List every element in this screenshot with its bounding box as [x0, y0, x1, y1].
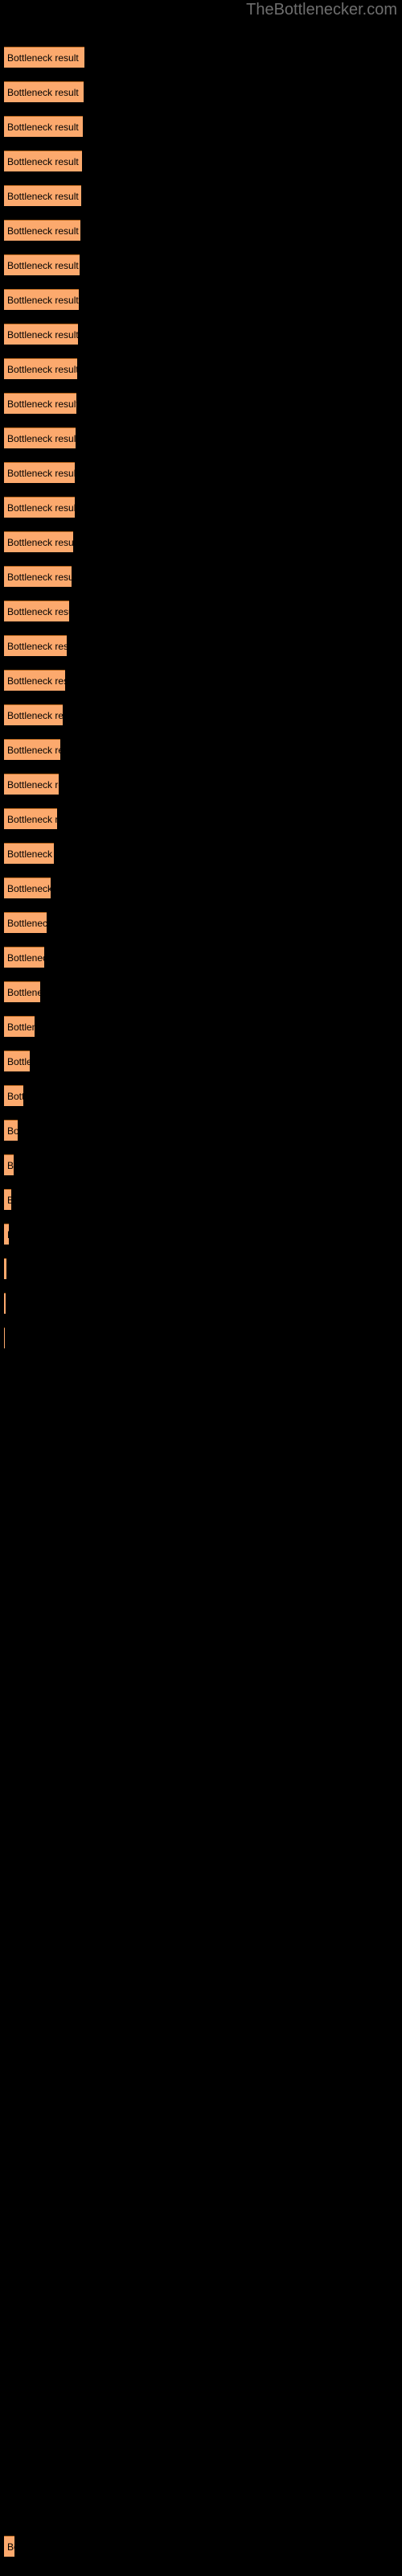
bar-bar-10[interactable]: Bottleneck result [4, 358, 77, 379]
bar-bar-22[interactable]: Bottleneck result [4, 774, 59, 795]
bar-bar-32[interactable]: Bottleneck result [4, 1120, 18, 1141]
bar-bar-05[interactable]: Bottleneck result [4, 185, 81, 206]
bar-label: Bottleneck result [7, 52, 79, 64]
bar-label: Bottleneck result [7, 502, 75, 514]
bar-bar-19[interactable]: Bottleneck result [4, 670, 65, 691]
bar-bar-16[interactable]: Bottleneck result [4, 566, 72, 587]
bar-bar-04[interactable]: Bottleneck result [4, 151, 82, 171]
bar-bar-09[interactable]: Bottleneck result [4, 324, 78, 345]
bar-label: Bottleneck result [7, 191, 79, 202]
bar-label: Bottleneck result [7, 1056, 30, 1067]
bar-label: Bottleneck result [7, 779, 59, 791]
bar-label: Bottleneck result [7, 987, 40, 998]
bar-label: Bottleneck result [7, 1022, 35, 1033]
bar-bar-17[interactable]: Bottleneck result [4, 601, 69, 621]
bar-bar-12[interactable]: Bottleneck result [4, 427, 76, 448]
bar-bar-23[interactable]: Bottleneck result [4, 808, 57, 829]
bar-bar-21[interactable]: Bottleneck result [4, 739, 60, 760]
bar-label: Bottleneck result [7, 295, 79, 306]
bar-label: Bottleneck result [7, 329, 78, 341]
bar-label: Bottleneck result [7, 260, 79, 271]
bar-bar-07[interactable]: Bottleneck result [4, 254, 80, 275]
bar-label: Bottleneck result [7, 675, 65, 687]
bar-bar-26[interactable]: Bottleneck result [4, 912, 47, 933]
bar-label: Bottleneck result [7, 606, 69, 617]
bar-label: Bottleneck result [7, 918, 47, 929]
bar-bar-13[interactable]: Bottleneck result [4, 462, 75, 483]
bar-bar-33[interactable]: Bottleneck result [4, 1154, 14, 1175]
bar-label: Bottleneck result [7, 814, 57, 825]
bar-bar-30[interactable]: Bottleneck result [4, 1051, 30, 1071]
bar-label: Bottleneck result [7, 641, 67, 652]
bar-label: Bottleneck result [7, 1160, 14, 1171]
bar-bar-25[interactable]: Bottleneck result [4, 877, 51, 898]
bar-label: Bottleneck result [7, 710, 63, 721]
bar-bar-27[interactable]: Bottleneck result [4, 947, 44, 968]
bar-label: Bottleneck result [7, 952, 44, 964]
bar-bar-20[interactable]: Bottleneck result [4, 704, 63, 725]
bar-label: Bottleneck result [7, 883, 51, 894]
bar-bar-14[interactable]: Bottleneck result [4, 497, 75, 518]
bar-label: Bottleneck result [7, 398, 76, 410]
bar-label: Bottleneck result [7, 537, 73, 548]
bottleneck-chart-page: TheBottlenecker.com Bottleneck result Bot… [0, 0, 402, 2576]
bar-bar-06[interactable]: Bottleneck result [4, 220, 80, 241]
bar-label: Bottleneck result [7, 745, 60, 756]
bar-bar-34[interactable]: Bottleneck result [4, 1189, 11, 1210]
bar-label: Bottleneck result [7, 1190, 11, 1210]
bar-bar-38[interactable]: Bottleneck result [4, 1327, 5, 1348]
bar-chart: Bottleneck result Bottleneck result Bottle… [0, 0, 402, 2576]
bar-bar-18[interactable]: Bottleneck result [4, 635, 67, 656]
bar-bar-03[interactable]: Bottleneck result [4, 116, 83, 137]
bar-bar-31[interactable]: Bottleneck result [4, 1085, 23, 1106]
bar-bar-11[interactable]: Bottleneck result [4, 393, 76, 414]
bar-bar-02[interactable]: Bottleneck result [4, 81, 84, 102]
bar-label: Bottleneck result [7, 1224, 9, 1245]
bar-bar-37[interactable]: Bottleneck result [4, 1293, 6, 1314]
bar-label: Bottleneck result [7, 572, 72, 583]
bar-bar-08[interactable]: Bottleneck result [4, 289, 79, 310]
bar-bar-39[interactable]: Bottleneck result [4, 2536, 14, 2557]
bar-label: Bottleneck result [7, 225, 79, 237]
bar-label: Bottleneck result [7, 1091, 23, 1102]
bar-label: Bottleneck result [7, 87, 79, 98]
bar-bar-24[interactable]: Bottleneck result [4, 843, 54, 864]
bar-label: Bottleneck result [7, 848, 54, 860]
bar-label: Bottleneck result [7, 2541, 14, 2553]
bar-label: Bottleneck result [7, 433, 76, 444]
bar-bar-01[interactable]: Bottleneck result [4, 47, 84, 68]
bar-bar-15[interactable]: Bottleneck result [4, 531, 73, 552]
bar-bar-35[interactable]: Bottleneck result [4, 1224, 9, 1245]
bar-label: Bottleneck result [7, 468, 75, 479]
bar-label: Bottleneck result [7, 1125, 18, 1137]
bar-label: Bottleneck result [7, 364, 77, 375]
bar-label: Bottleneck result [7, 156, 79, 167]
bar-bar-28[interactable]: Bottleneck result [4, 981, 40, 1002]
bar-bar-29[interactable]: Bottleneck result [4, 1016, 35, 1037]
bar-label: Bottleneck result [7, 122, 79, 133]
bar-bar-36[interactable]: Bottleneck result [4, 1258, 6, 1279]
